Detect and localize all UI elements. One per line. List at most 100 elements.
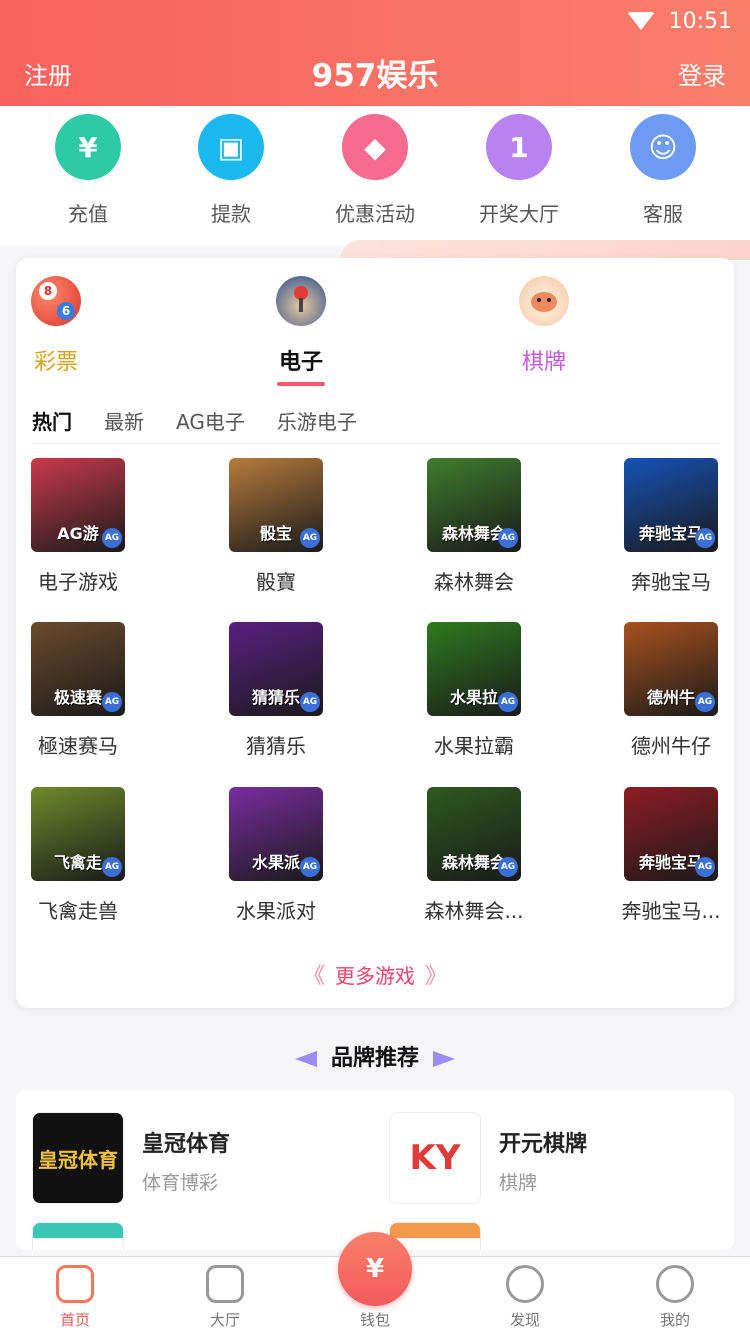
game-label: 水果派对: [236, 899, 316, 923]
subtab-2[interactable]: AG电子: [176, 406, 245, 435]
nav-label: 首页: [59, 1311, 90, 1329]
money-bag-icon: ¥: [55, 114, 121, 180]
game-thumbnail: 猜猜乐 AG: [229, 622, 323, 716]
quick-action-4[interactable]: ☺ 客服: [593, 114, 733, 227]
game-thumbnail: 水果派 AG: [229, 787, 323, 881]
game-tile[interactable]: 飞禽走 AG 飞禽走兽: [3, 787, 153, 924]
brand-section-title: 品牌推荐: [0, 1040, 750, 1072]
wallet-icon: ▣: [198, 114, 264, 180]
nav-label: 大厅: [209, 1311, 240, 1329]
quick-action-label: 充值: [68, 202, 108, 226]
wifi-icon: [626, 12, 655, 30]
game-tile[interactable]: 水果派 AG 水果派对: [201, 787, 351, 924]
game-thumbnail: 极速赛 AG: [31, 622, 125, 716]
nav-label: 发现: [509, 1311, 540, 1329]
active-tab-indicator: [277, 382, 325, 386]
quick-action-label: 优惠活动: [335, 202, 415, 226]
tag-icon: ◆: [342, 114, 408, 180]
brand-item-kaiyuan[interactable]: KY 开元棋牌 棋牌: [389, 1112, 709, 1206]
category-chess-cards[interactable]: 棋牌: [484, 276, 604, 376]
quick-action-label: 客服: [643, 202, 683, 226]
game-tile[interactable]: 奔驰宝马 AG 奔驰宝马: [596, 458, 746, 595]
ag-badge-icon: AG: [498, 857, 518, 877]
game-tile[interactable]: 奔驰宝马 AG 奔驰宝马...: [596, 787, 746, 924]
arrow-left-icon: [294, 1051, 317, 1067]
more-games-label: 更多游戏: [335, 964, 415, 988]
game-thumbnail: 奔驰宝马 AG: [624, 458, 718, 552]
grid-icon: [206, 1265, 244, 1303]
quick-action-label: 提款: [211, 202, 251, 226]
category-label: 棋牌: [521, 350, 566, 375]
brand-item-crown-sports[interactable]: 皇冠体育 皇冠体育 体育博彩: [32, 1112, 352, 1206]
nav-item-1[interactable]: 大厅: [150, 1265, 300, 1330]
game-tile[interactable]: 水果拉 AG 水果拉霸: [399, 622, 549, 759]
ag-badge-icon: AG: [102, 528, 122, 548]
game-tile[interactable]: 森林舞会 AG 森林舞会: [399, 458, 549, 595]
subtab-3[interactable]: 乐游电子: [277, 406, 357, 435]
home-icon: [56, 1265, 94, 1303]
subtab-0[interactable]: 热门: [32, 406, 72, 435]
game-tile[interactable]: 森林舞会 AG 森林舞会...: [399, 787, 549, 924]
category-lottery[interactable]: 8 6 彩票: [0, 276, 116, 376]
game-thumbnail: 飞禽走 AG: [31, 787, 125, 881]
login-button[interactable]: 登录: [678, 56, 726, 91]
quick-action-3[interactable]: 1 开奖大厅: [449, 114, 589, 227]
subtab-bar: 热门 最新 AG电子 乐游电子: [32, 398, 718, 444]
game-label: 德州牛仔: [631, 734, 711, 758]
brand-subtitle: 棋牌: [499, 1172, 538, 1194]
page-title: 957娱乐: [311, 58, 439, 94]
double-chevron-left-icon: 《: [302, 964, 325, 989]
wallet-button[interactable]: ¥: [338, 1232, 412, 1306]
money-bag-icon: ¥: [365, 1254, 385, 1284]
quick-action-2[interactable]: ◆ 优惠活动: [305, 114, 445, 227]
category-label: 电子: [278, 350, 323, 375]
game-tile[interactable]: AG游 AG 电子游戏: [3, 458, 153, 595]
nav-item-3[interactable]: 发现: [450, 1265, 600, 1330]
nav-label-wallet: 钱包: [359, 1311, 390, 1329]
game-tile[interactable]: 猜猜乐 AG 猜猜乐: [201, 622, 351, 759]
ag-badge-icon: AG: [498, 692, 518, 712]
ag-badge-icon: AG: [102, 857, 122, 877]
nav-label: 我的: [659, 1311, 690, 1329]
lottery-ball-icon: 8 6: [31, 276, 81, 326]
game-label: 森林舞会: [434, 570, 514, 594]
app-header: 10:51 注册 957娱乐 登录: [0, 0, 750, 106]
crown-sports-logo: 皇冠体育: [32, 1112, 124, 1204]
brand-subtitle: 体育博彩: [142, 1172, 219, 1194]
discover-icon: [506, 1265, 544, 1303]
subtab-1[interactable]: 最新: [104, 406, 144, 435]
game-label: 电子游戏: [38, 570, 118, 594]
nav-item-4[interactable]: 我的: [600, 1265, 750, 1330]
ag-badge-icon: AG: [695, 528, 715, 548]
game-label: 水果拉霸: [434, 734, 514, 758]
arrow-right-icon: [433, 1051, 455, 1067]
more-games-button[interactable]: 《更多游戏》: [16, 958, 734, 990]
brand-title-text: 品牌推荐: [330, 1046, 419, 1071]
support-icon: ☺: [630, 114, 696, 180]
ag-badge-icon: AG: [102, 692, 122, 712]
nav-item-0[interactable]: 首页: [0, 1265, 150, 1330]
game-tile[interactable]: 骰宝 AG 骰寶: [201, 458, 351, 595]
game-tile[interactable]: 德州牛 AG 德州牛仔: [596, 622, 746, 759]
brand-name: 开元棋牌: [499, 1132, 588, 1157]
quick-action-0[interactable]: ¥ 充值: [18, 114, 158, 227]
quick-action-1[interactable]: ▣ 提款: [161, 114, 301, 227]
game-thumbnail: AG游 AG: [31, 458, 125, 552]
double-chevron-right-icon: 》: [425, 964, 448, 989]
ag-badge-icon: AG: [695, 692, 715, 712]
quick-actions: ¥ 充值 ▣ 提款 ◆ 优惠活动 1 开奖大厅 ☺ 客服: [0, 106, 750, 246]
game-tile[interactable]: 极速赛 AG 極速赛马: [3, 622, 153, 759]
category-electronic[interactable]: 电子: [241, 276, 361, 386]
game-label: 森林舞会...: [424, 899, 524, 923]
ag-badge-icon: AG: [300, 692, 320, 712]
game-thumbnail: 骰宝 AG: [229, 458, 323, 552]
game-label: 猜猜乐: [246, 734, 306, 758]
ag-badge-icon: AG: [498, 528, 518, 548]
game-label: 奔驰宝马: [631, 570, 711, 594]
decorative-band: [340, 240, 750, 260]
brand-card: 皇冠体育 皇冠体育 体育博彩 KY 开元棋牌 棋牌: [16, 1090, 734, 1250]
category-label: 彩票: [33, 350, 78, 375]
game-label: 骰寶: [256, 570, 296, 594]
ag-badge-icon: AG: [695, 857, 715, 877]
status-bar: 10:51: [626, 6, 732, 36]
